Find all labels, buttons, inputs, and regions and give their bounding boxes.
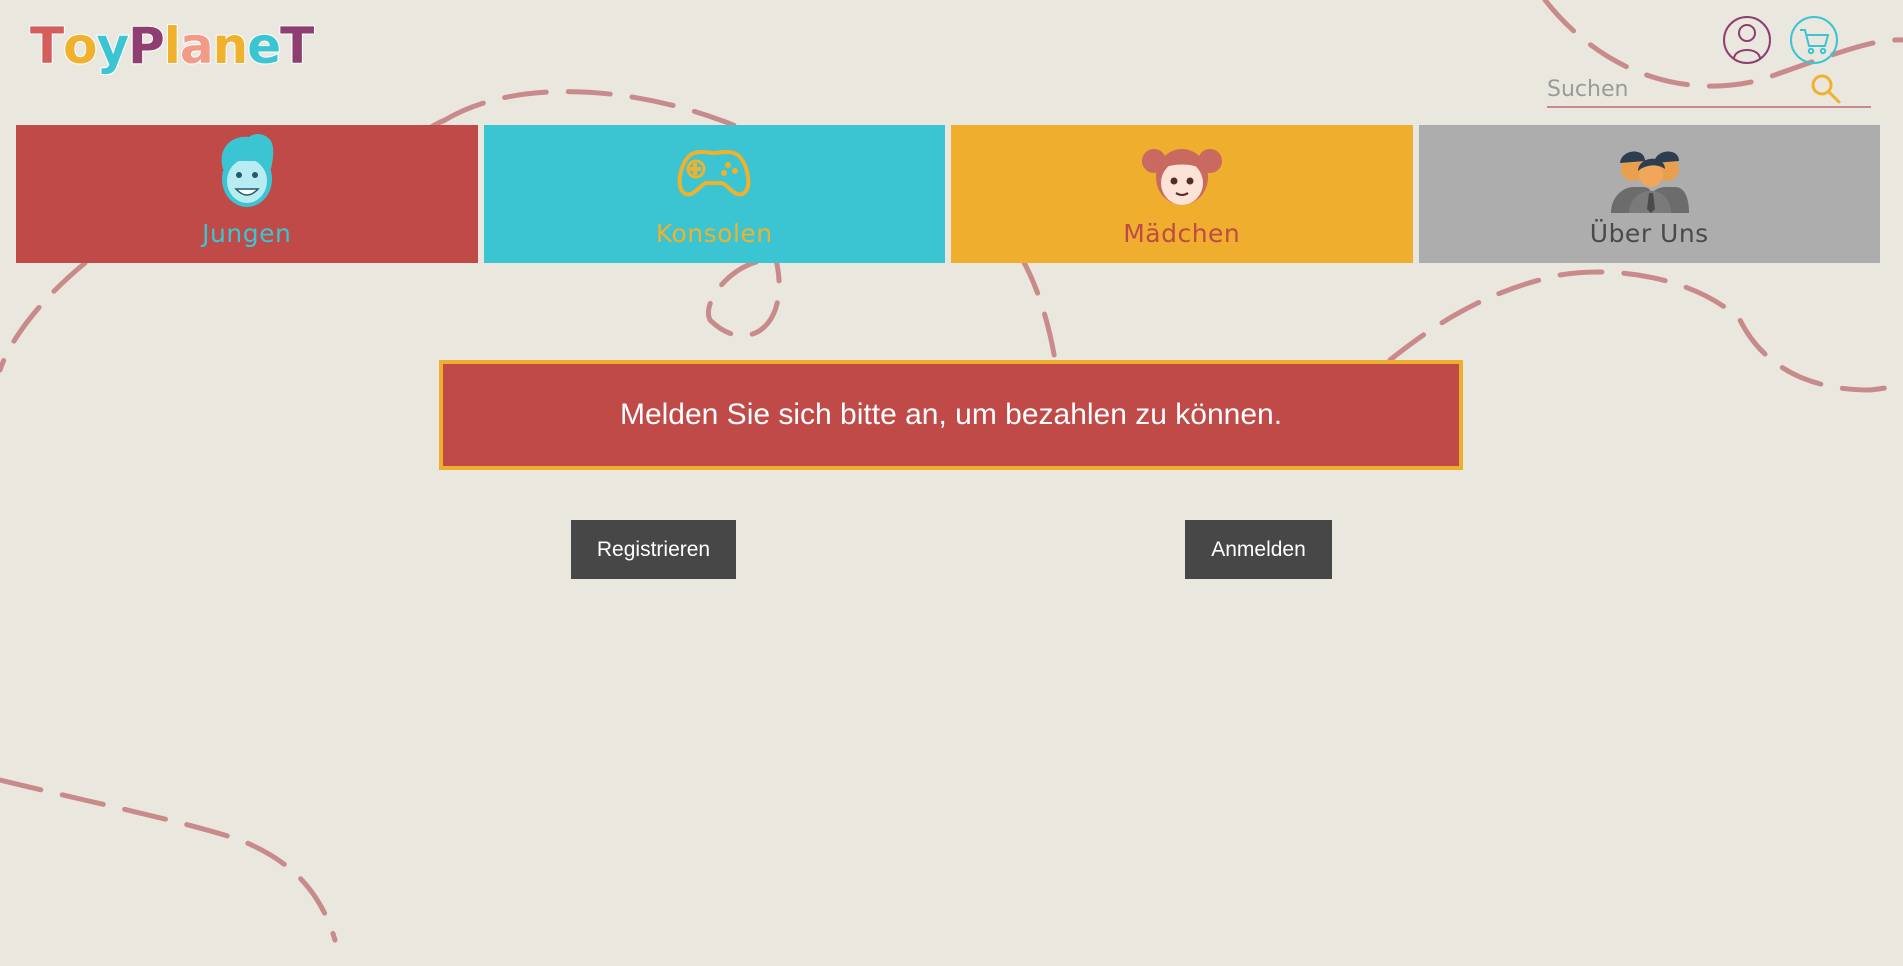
user-account-icon[interactable] — [1722, 15, 1772, 65]
search-input[interactable] — [1547, 74, 1817, 104]
logo-letter: n — [212, 17, 250, 75]
login-required-alert: Melden Sie sich bitte an, um bezahlen zu… — [439, 360, 1463, 470]
alert-message: Melden Sie sich bitte an, um bezahlen zu… — [619, 398, 1283, 431]
search-bar — [1547, 72, 1871, 108]
nav-tile-maedchen[interactable]: Mädchen — [951, 125, 1413, 263]
nav-label-ueber-uns: Über Uns — [1589, 219, 1709, 248]
logo-letter: y — [95, 17, 130, 75]
logo-letter: T — [279, 17, 315, 75]
nav-tile-jungen[interactable]: Jungen — [16, 125, 478, 263]
login-button[interactable]: Anmelden — [1185, 520, 1332, 579]
logo-letter: e — [246, 17, 282, 75]
team-icon — [1611, 151, 1690, 213]
girl-face-icon — [1141, 149, 1222, 205]
nav-label-jungen: Jungen — [202, 219, 292, 248]
logo-letter: l — [163, 17, 182, 75]
search-icon[interactable] — [1809, 72, 1843, 106]
shopping-cart-icon[interactable] — [1789, 15, 1839, 65]
logo-letter: o — [62, 17, 98, 75]
nav-label-konsolen: Konsolen — [655, 219, 773, 248]
logo-letter: a — [179, 17, 215, 75]
nav-label-maedchen: Mädchen — [1123, 219, 1241, 248]
register-button[interactable]: Registrieren — [571, 520, 736, 579]
logo-letter: P — [127, 17, 166, 75]
category-nav: Jungen Konsolen Mädchen Über Uns — [16, 125, 1880, 263]
nav-tile-ueber-uns[interactable]: Über Uns — [1418, 125, 1880, 263]
logo-letter: T — [29, 17, 65, 75]
gamepad-icon — [677, 150, 751, 197]
boy-face-icon — [221, 134, 274, 207]
nav-tile-konsolen[interactable]: Konsolen — [483, 125, 945, 263]
toyplanet-logo[interactable]: T o y P l a n e T — [29, 17, 315, 75]
